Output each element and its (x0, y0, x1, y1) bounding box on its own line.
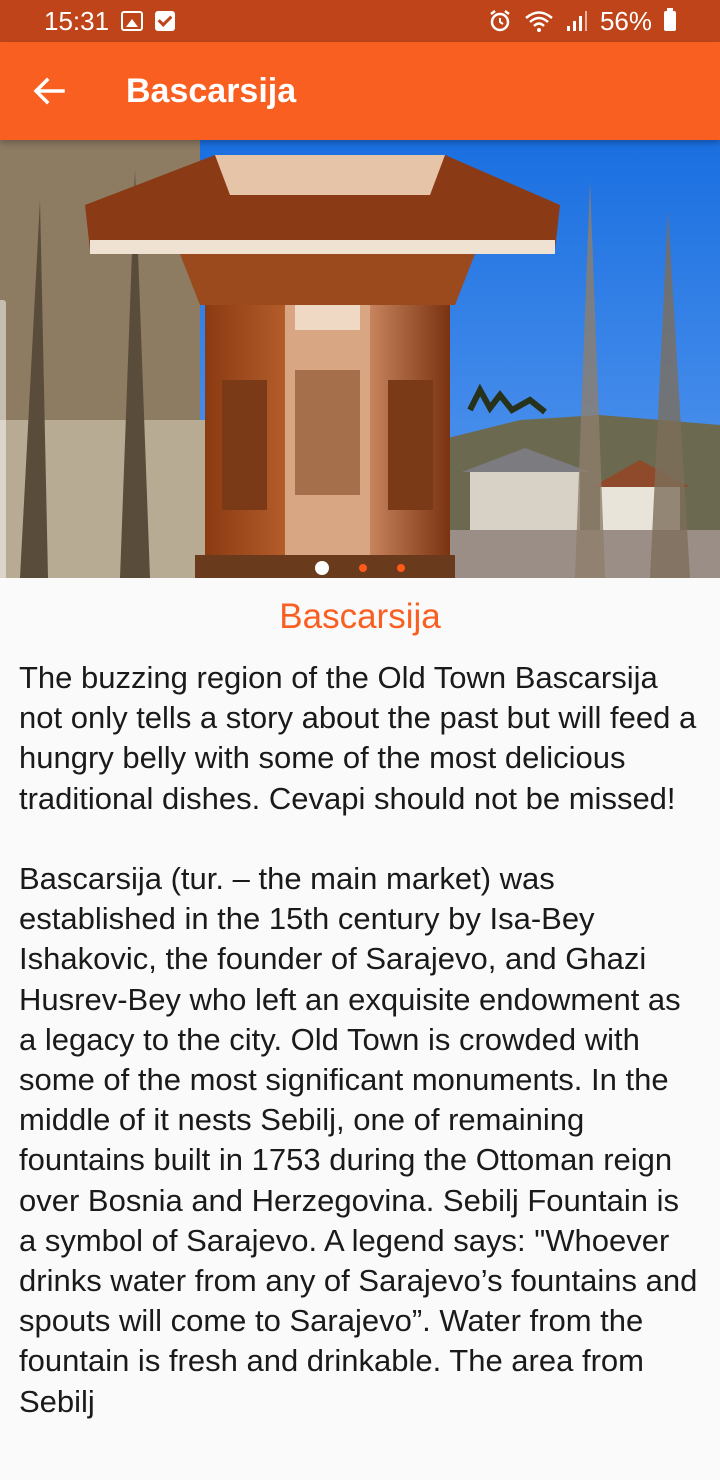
signal-icon (566, 11, 587, 31)
status-right: 56% (488, 6, 676, 37)
page-title: Bascarsija (126, 71, 297, 110)
arrow-left-icon (33, 77, 65, 105)
image-gallery[interactable] (0, 140, 720, 578)
wifi-icon (525, 11, 553, 32)
place-description: The buzzing region of the Old Town Basca… (19, 660, 698, 1419)
gallery-dot[interactable] (315, 561, 329, 575)
alarm-icon (490, 10, 510, 32)
edge-handle[interactable] (0, 300, 6, 580)
battery-icon (664, 8, 676, 31)
status-time: 15:31 (44, 5, 110, 36)
status-bar: 15:31 56% (0, 0, 720, 42)
check-icon (155, 11, 176, 31)
place-title: Bascarsija (279, 597, 441, 636)
status-left: 15:31 (44, 5, 176, 37)
app-bar: Bascarsija (0, 42, 720, 140)
gallery-photo (0, 140, 720, 578)
image-icon (121, 11, 144, 31)
gallery-dot[interactable] (397, 564, 405, 572)
gallery-dots (0, 560, 720, 576)
battery-percent: 56% (599, 5, 652, 36)
back-button[interactable] (0, 42, 98, 140)
gallery-dot[interactable] (359, 564, 367, 572)
place-content: Bascarsija The buzzing region of the Old… (0, 578, 720, 1480)
